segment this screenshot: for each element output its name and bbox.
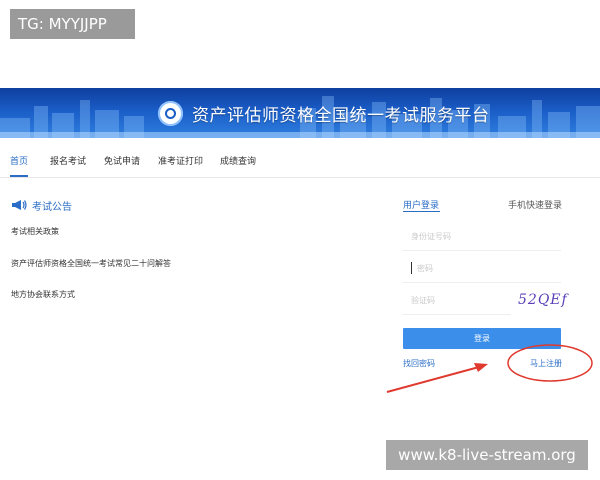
site-watermark: www.k8-live-stream.org <box>386 440 588 470</box>
arrow-head-icon <box>474 363 488 372</box>
highlight-circle <box>507 344 593 382</box>
annotation-overlay <box>386 344 593 393</box>
annotation-arrow <box>386 366 480 393</box>
